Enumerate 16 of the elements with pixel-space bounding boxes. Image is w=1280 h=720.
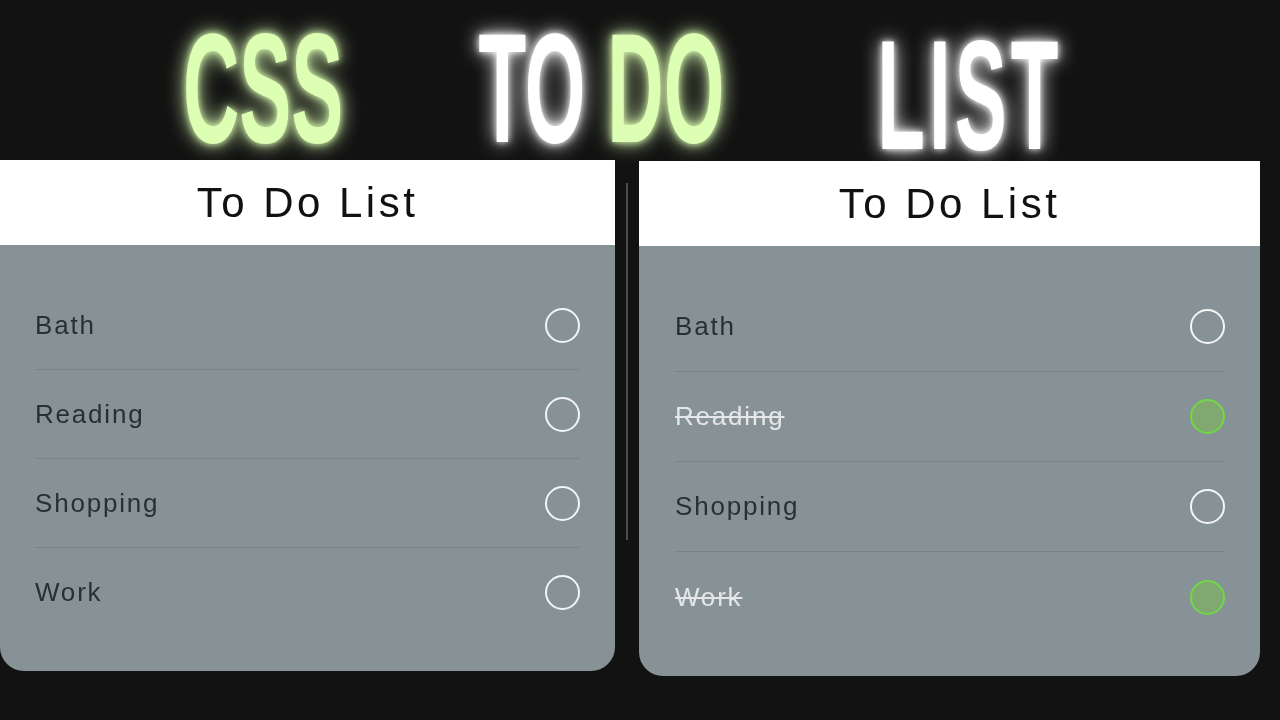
- headline-word: CSS: [183, 10, 344, 166]
- headline-word: LIST: [877, 17, 1063, 173]
- task-label: Reading: [675, 401, 785, 432]
- task-label: Shopping: [35, 487, 160, 519]
- card-title: To Do List: [838, 179, 1061, 228]
- task-label: Bath: [675, 311, 736, 342]
- round-checkbox[interactable]: [1190, 399, 1225, 434]
- round-checkbox[interactable]: [1190, 579, 1225, 615]
- task-label: Bath: [35, 309, 96, 341]
- task-label: Work: [35, 577, 103, 608]
- headline-word: DO: [607, 10, 725, 166]
- task-label: Work: [675, 581, 743, 613]
- task-label: Reading: [35, 398, 145, 430]
- card-title: To Do List: [196, 178, 419, 227]
- headline-word: TO: [478, 10, 586, 166]
- task-label: Shopping: [675, 491, 800, 522]
